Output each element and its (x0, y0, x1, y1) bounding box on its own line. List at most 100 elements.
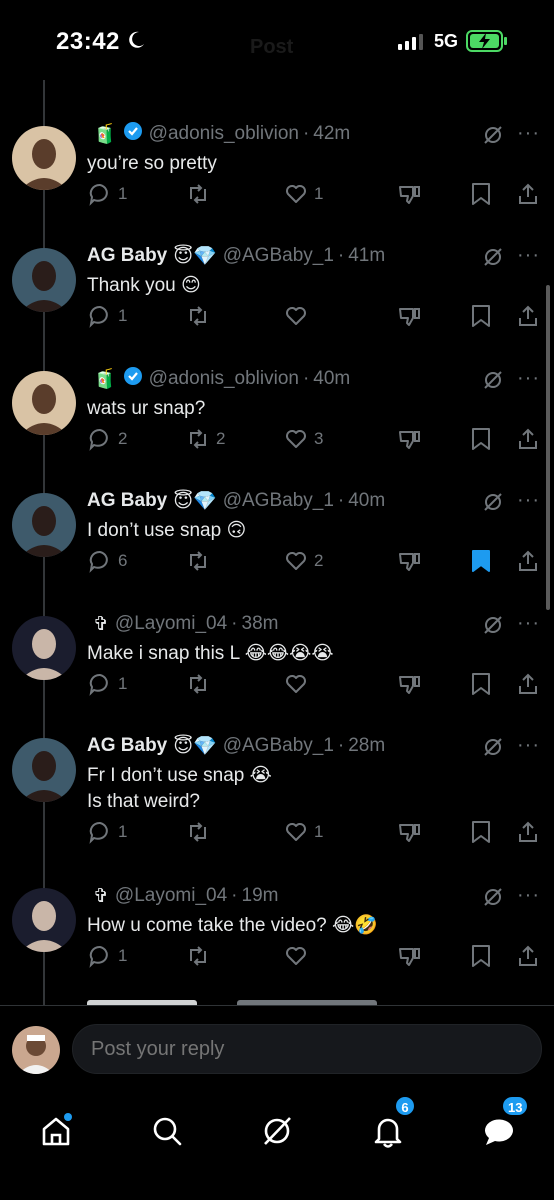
share-button[interactable] (516, 944, 540, 968)
tweet-text: you’re so pretty (87, 151, 217, 177)
tweet-actions: 1 (88, 304, 538, 328)
repost-icon (186, 182, 210, 206)
more-icon[interactable]: ··· (517, 122, 540, 145)
downvote-button[interactable] (398, 672, 422, 696)
share-button[interactable] (516, 672, 540, 696)
more-icon[interactable]: ··· (517, 244, 540, 267)
downvote-button[interactable] (398, 182, 422, 206)
reply-input[interactable] (72, 1024, 542, 1074)
bookmark-button[interactable] (470, 427, 492, 451)
more-icon[interactable]: ··· (517, 367, 540, 390)
handle[interactable]: @adonis_oblivion (149, 123, 299, 145)
grok-icon[interactable] (482, 491, 504, 518)
timestamp[interactable]: 19m (242, 885, 279, 907)
handle[interactable]: @AGBaby_1 (223, 490, 334, 512)
reply-tweet[interactable]: AG Baby 😇💎 @AGBaby_1 · 40m ··· I don’t use sna… (0, 485, 554, 607)
reply-button[interactable]: 2 (88, 427, 127, 451)
more-icon[interactable]: ··· (517, 734, 540, 757)
user-avatar[interactable] (12, 1026, 60, 1074)
bookmark-button[interactable] (470, 820, 492, 844)
share-button[interactable] (516, 820, 540, 844)
like-button[interactable] (284, 304, 314, 328)
like-button[interactable]: 2 (284, 549, 323, 573)
handle[interactable]: @Layomi_04 (115, 885, 227, 907)
repost-button[interactable] (186, 304, 216, 328)
share-button[interactable] (516, 182, 540, 206)
more-icon[interactable]: ··· (517, 612, 540, 635)
nav-messages[interactable]: 13 (481, 1095, 530, 1154)
timestamp[interactable]: 40m (348, 490, 385, 512)
like-button[interactable] (284, 944, 314, 968)
grok-icon[interactable] (482, 886, 504, 913)
handle[interactable]: @AGBaby_1 (223, 735, 334, 757)
reply-button[interactable]: 1 (88, 672, 127, 696)
nav-search[interactable] (149, 1113, 185, 1154)
avatar[interactable] (12, 248, 76, 312)
nav-grok[interactable] (259, 1113, 295, 1154)
timestamp[interactable]: 40m (313, 368, 350, 390)
timestamp[interactable]: 41m (348, 245, 385, 267)
more-icon[interactable]: ··· (517, 884, 540, 907)
like-button[interactable]: 3 (284, 427, 323, 451)
reply-tweet[interactable]: AG Baby 😇💎 @AGBaby_1 · 28m ··· Fr I don’t use … (0, 730, 554, 852)
grok-icon[interactable] (482, 614, 504, 641)
grok-icon[interactable] (482, 124, 504, 151)
timestamp[interactable]: 38m (242, 613, 279, 635)
reply-tweet[interactable]: AG Baby 😇💎 @AGBaby_1 · 41m ··· Thank you 😊 1 (0, 240, 554, 362)
timestamp[interactable]: 28m (348, 735, 385, 757)
more-icon[interactable]: ··· (517, 489, 540, 512)
repost-button[interactable] (186, 182, 216, 206)
handle[interactable]: @adonis_oblivion (149, 368, 299, 390)
handle[interactable]: @AGBaby_1 (223, 245, 334, 267)
downvote-button[interactable] (398, 820, 422, 844)
reply-tweet[interactable]: ✞ @Layomi_04 · 38m ··· Make i snap this L 😂😂😭… (0, 608, 554, 730)
repost-button[interactable] (186, 944, 216, 968)
downvote-button[interactable] (398, 944, 422, 968)
share-button[interactable] (516, 304, 540, 328)
nav-home[interactable] (38, 1113, 74, 1154)
reply-tweet[interactable]: 🧃 @adonis_oblivion · 40m ··· wats ur snap? 2 2 3 (0, 363, 554, 485)
reply-button[interactable]: 6 (88, 549, 127, 573)
repost-button[interactable] (186, 549, 216, 573)
avatar[interactable] (12, 493, 76, 557)
nav-notifications[interactable]: 6 (370, 1095, 416, 1154)
repost-button[interactable] (186, 672, 216, 696)
grok-icon[interactable] (482, 369, 504, 396)
downvote-button[interactable] (398, 549, 422, 573)
repost-button[interactable]: 2 (186, 427, 225, 451)
like-button[interactable]: 1 (284, 820, 323, 844)
avatar[interactable] (12, 126, 76, 190)
bookmark-button[interactable] (470, 304, 492, 328)
bookmark-button[interactable] (470, 182, 492, 206)
downvote-button[interactable] (398, 304, 422, 328)
share-button[interactable] (516, 427, 540, 451)
display-name[interactable]: AG Baby (87, 735, 167, 757)
downvote-button[interactable] (398, 427, 422, 451)
reply-tweet[interactable]: ✞ @Layomi_04 · 19m ··· How u come take the vi… (0, 880, 554, 1002)
reply-button[interactable]: 1 (88, 944, 127, 968)
reply-button[interactable]: 1 (88, 304, 127, 328)
display-name[interactable]: AG Baby (87, 245, 167, 267)
tweet-emoji: 😂😂😭😭 (244, 643, 334, 664)
repost-button[interactable] (186, 820, 216, 844)
avatar[interactable] (12, 371, 76, 435)
grok-icon[interactable] (482, 246, 504, 273)
like-button[interactable] (284, 672, 314, 696)
bookmark-icon (470, 820, 492, 844)
bookmark-button[interactable] (470, 944, 492, 968)
like-button[interactable]: 1 (284, 182, 323, 206)
reply-button[interactable]: 1 (88, 182, 127, 206)
grok-icon[interactable] (482, 736, 504, 763)
handle[interactable]: @Layomi_04 (115, 613, 227, 635)
repost-icon (186, 672, 210, 696)
display-name[interactable]: AG Baby (87, 490, 167, 512)
share-button[interactable] (516, 549, 540, 573)
reply-tweet[interactable]: 🧃 @adonis_oblivion · 42m ··· you’re so pretty… (0, 118, 554, 240)
timestamp[interactable]: 42m (313, 123, 350, 145)
avatar[interactable] (12, 738, 76, 802)
bookmark-button[interactable] (470, 549, 492, 573)
avatar[interactable] (12, 888, 76, 952)
reply-button[interactable]: 1 (88, 820, 127, 844)
avatar[interactable] (12, 616, 76, 680)
bookmark-button[interactable] (470, 672, 492, 696)
